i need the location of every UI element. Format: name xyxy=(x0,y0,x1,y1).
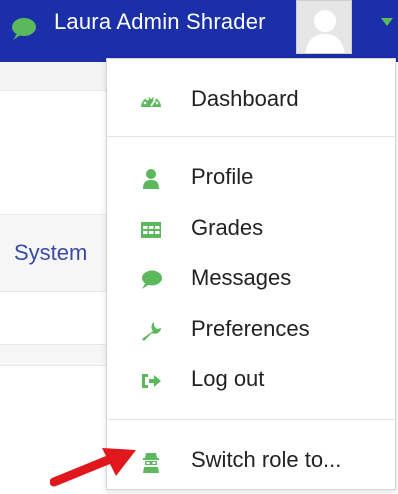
menu-item-preferences[interactable]: Preferences xyxy=(107,307,397,353)
wrench-icon xyxy=(142,322,161,341)
menu-item-label: Switch role to... xyxy=(191,447,342,472)
sign-out-icon xyxy=(142,374,161,388)
avatar-silhouette xyxy=(305,10,345,53)
menu-item-logout[interactable]: Log out xyxy=(107,357,397,403)
dashboard-icon xyxy=(141,96,161,107)
user-dropdown-menu: Dashboard Profile Grades Messages Prefer… xyxy=(106,58,397,490)
page-background-band xyxy=(0,344,110,366)
menu-item-switch-role[interactable]: Switch role to... xyxy=(107,438,397,484)
menu-divider xyxy=(107,136,397,137)
annotation-arrow-icon xyxy=(50,448,136,487)
user-secret-icon xyxy=(143,453,159,473)
chevron-down-icon[interactable] xyxy=(380,17,394,27)
user-icon xyxy=(143,169,159,189)
chat-icon xyxy=(142,270,162,289)
menu-item-label: Log out xyxy=(191,366,265,391)
menu-item-dashboard[interactable]: Dashboard xyxy=(107,77,397,123)
menu-item-label: Grades xyxy=(191,215,264,240)
menu-item-label: Dashboard xyxy=(191,86,299,111)
menu-item-label: Profile xyxy=(191,164,254,189)
top-navbar: Laura Admin Shrader xyxy=(0,0,398,62)
menu-item-grades[interactable]: Grades xyxy=(107,206,397,252)
system-link[interactable]: System xyxy=(14,240,87,266)
user-menu-name[interactable]: Laura Admin Shrader xyxy=(54,9,266,35)
table-icon xyxy=(141,222,161,238)
user-avatar-icon[interactable] xyxy=(296,0,352,54)
menu-item-profile[interactable]: Profile xyxy=(107,155,397,201)
menu-item-label: Preferences xyxy=(191,316,310,341)
menu-item-messages[interactable]: Messages xyxy=(107,256,397,302)
menu-divider xyxy=(107,419,397,420)
page-background-band xyxy=(0,62,110,91)
chat-icon[interactable] xyxy=(9,17,37,41)
menu-item-label: Messages xyxy=(191,265,292,290)
